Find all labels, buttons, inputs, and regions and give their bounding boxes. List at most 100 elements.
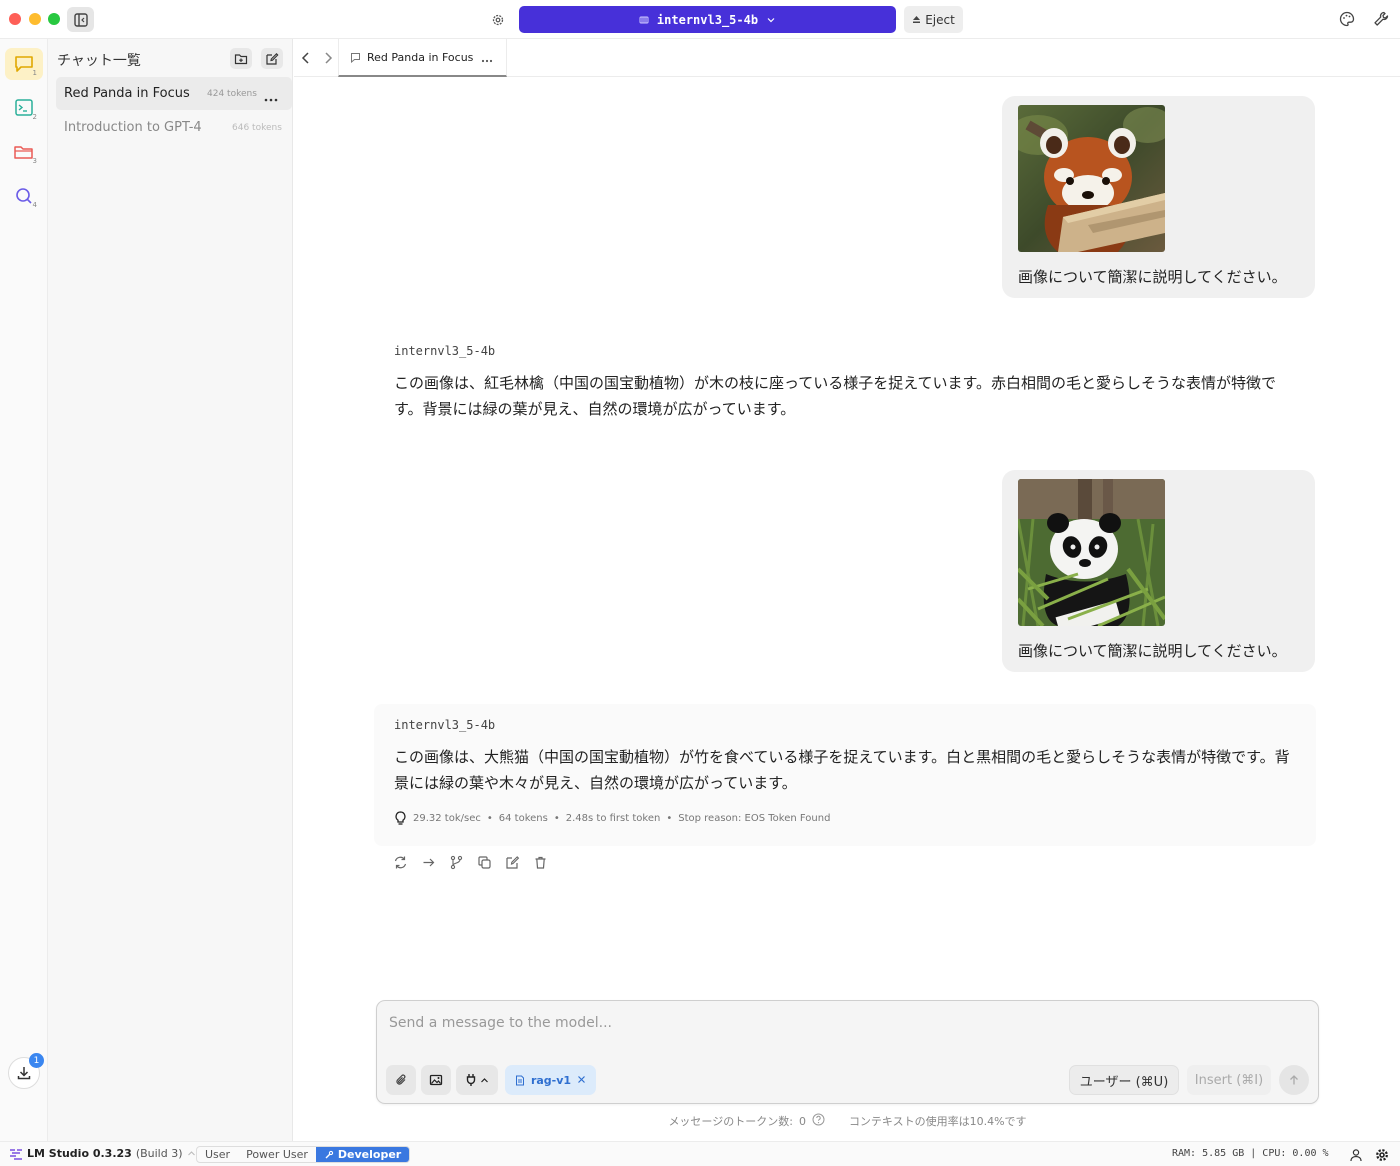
refresh-icon <box>394 856 407 869</box>
plugins-button[interactable] <box>456 1065 498 1095</box>
chat-list-item[interactable]: Introduction to GPT-4 646 tokens <box>56 111 292 144</box>
insert-button[interactable]: Insert (⌘I) <box>1187 1065 1271 1095</box>
eject-button[interactable]: Eject <box>904 6 963 33</box>
stats-tokens: 64 tokens <box>498 813 548 824</box>
conversation-view: 画像について簡潔に説明してください。 internvl3_5-4b この画像は、… <box>294 77 1400 997</box>
context-usage: コンテキストの使用率は10.4%です <box>848 1115 1027 1128</box>
git-branch-icon <box>450 855 463 870</box>
remove-rag-button[interactable] <box>577 1074 586 1087</box>
send-button[interactable] <box>1279 1065 1309 1095</box>
rag-chip-label: rag-v1 <box>530 1073 572 1087</box>
account-button[interactable] <box>1349 1147 1363 1166</box>
message-actions <box>392 854 549 871</box>
edit-icon <box>506 856 520 869</box>
developer-tools-button[interactable] <box>1372 10 1390 28</box>
chat-item-title: Introduction to GPT-4 <box>64 120 202 135</box>
attach-image-button[interactable] <box>421 1065 451 1095</box>
activity-developer-button[interactable]: 2 <box>5 92 43 124</box>
activity-chat-button[interactable]: 1 <box>5 48 43 80</box>
activity-files-button[interactable]: 3 <box>5 136 43 168</box>
window-close-button[interactable] <box>9 13 21 25</box>
model-name: internvl3_5-4b <box>656 12 759 27</box>
tab-bar: Red Panda in Focus <box>294 39 1400 77</box>
gear-icon <box>1376 1149 1388 1161</box>
chat-list-title: チャット一覧 <box>57 53 141 69</box>
tab-more-button[interactable] <box>481 53 493 66</box>
window-minimize-button[interactable] <box>29 13 41 25</box>
eject-icon <box>913 16 921 23</box>
developer-wrench-icon <box>325 1150 334 1158</box>
chevron-left-icon <box>301 52 309 64</box>
app-name-label: LM Studio 0.3.23 <box>27 1147 132 1160</box>
help-button[interactable] <box>812 1113 825 1129</box>
chevron-right-icon <box>325 52 333 64</box>
mode-developer[interactable]: Developer <box>315 1147 410 1162</box>
mode-switch: User Power User Developer <box>196 1146 411 1163</box>
copy-icon <box>478 856 491 869</box>
app-version[interactable]: LM Studio 0.3.23 (Build 3) <box>9 1147 196 1160</box>
sidebar-toggle-button[interactable] <box>67 7 94 32</box>
chat-item-title: Red Panda in Focus <box>64 86 190 101</box>
assistant-message: internvl3_5-4b この画像は、大熊猫（中国の国宝動植物）が竹を食べて… <box>374 704 1316 846</box>
composer-footer: メッセージのトークン数: 0 コンテキストの使用率は10.4%です <box>376 1113 1319 1129</box>
new-folder-button[interactable] <box>230 48 252 69</box>
activity-search-button[interactable]: 4 <box>5 180 43 212</box>
more-horizontal-icon <box>481 59 493 63</box>
lm-studio-logo-icon <box>10 1148 22 1160</box>
lightbulb-icon <box>395 811 406 825</box>
help-icon <box>812 1113 825 1126</box>
assistant-message-text: この画像は、紅毛林檎（中国の国宝動植物）が木の枝に座っている様子を捉えています。… <box>394 374 1277 418</box>
folder-plus-icon <box>234 53 248 64</box>
nav-forward-button[interactable] <box>320 50 336 70</box>
stats-speed: 29.32 tok/sec <box>413 813 481 824</box>
app-settings-button[interactable] <box>1375 1147 1389 1166</box>
edit-message-button[interactable] <box>504 854 521 871</box>
copy-button[interactable] <box>476 854 493 871</box>
wrench-icon <box>1374 11 1389 26</box>
token-count-value: 0 <box>798 1114 806 1128</box>
assistant-message-text: この画像は、大熊猫（中国の国宝動植物）が竹を食べている様子を捉えています。白と黒… <box>394 748 1290 792</box>
chevron-up-icon <box>187 1151 195 1156</box>
mode-user[interactable]: User <box>197 1147 238 1162</box>
chat-list-panel: チャット一覧 Red Panda in Focus 424 tokens Int… <box>48 39 293 1141</box>
sidebar-toggle-icon <box>73 12 88 27</box>
user-message: 画像について簡潔に説明してください。 <box>1002 96 1315 298</box>
palette-icon <box>1339 11 1355 27</box>
trash-icon <box>535 856 546 869</box>
model-selector[interactable]: internvl3_5-4b <box>519 6 896 33</box>
model-settings-button[interactable] <box>488 10 507 29</box>
user-message-text: 画像について簡潔に説明してください。 <box>1018 268 1287 286</box>
theme-palette-button[interactable] <box>1338 10 1356 28</box>
title-bar: internvl3_5-4b Eject <box>0 0 1400 39</box>
giant-panda-photo[interactable] <box>1018 479 1165 626</box>
app-build-label: (Build 3) <box>135 1147 183 1160</box>
new-chat-button[interactable] <box>261 48 283 69</box>
regenerate-button[interactable] <box>392 854 409 871</box>
user-icon <box>1350 1149 1362 1162</box>
continue-button[interactable] <box>420 854 437 871</box>
paperclip-icon <box>396 1074 406 1085</box>
window-maximize-button[interactable] <box>48 13 60 25</box>
mode-power-user[interactable]: Power User <box>238 1147 316 1162</box>
role-toggle-button[interactable]: ユーザー (⌘U) <box>1069 1065 1179 1095</box>
delete-message-button[interactable] <box>532 854 549 871</box>
chat-bubble-icon <box>351 52 360 63</box>
rag-plugin-chip[interactable]: rag-v1 <box>505 1065 596 1095</box>
tab-title: Red Panda in Focus <box>367 50 474 64</box>
red-panda-photo[interactable] <box>1018 105 1165 252</box>
chat-list-item[interactable]: Red Panda in Focus 424 tokens <box>56 77 292 110</box>
download-icon <box>17 1067 31 1080</box>
tab-red-panda[interactable]: Red Panda in Focus <box>338 39 507 77</box>
activity-bar: 1 2 3 4 <box>0 39 48 1141</box>
status-bar: LM Studio 0.3.23 (Build 3) User Power Us… <box>0 1141 1400 1166</box>
download-badge: 1 <box>29 1053 44 1068</box>
nav-back-button[interactable] <box>298 50 314 70</box>
eject-label: Eject <box>925 12 955 27</box>
branch-button[interactable] <box>448 854 465 871</box>
message-input[interactable] <box>389 1013 1289 1033</box>
model-chip-icon <box>639 16 649 23</box>
chevron-down-icon <box>767 17 775 22</box>
chat-item-more-button[interactable] <box>264 87 278 106</box>
attach-file-button[interactable] <box>386 1065 416 1095</box>
assistant-model-name: internvl3_5-4b <box>394 344 496 358</box>
